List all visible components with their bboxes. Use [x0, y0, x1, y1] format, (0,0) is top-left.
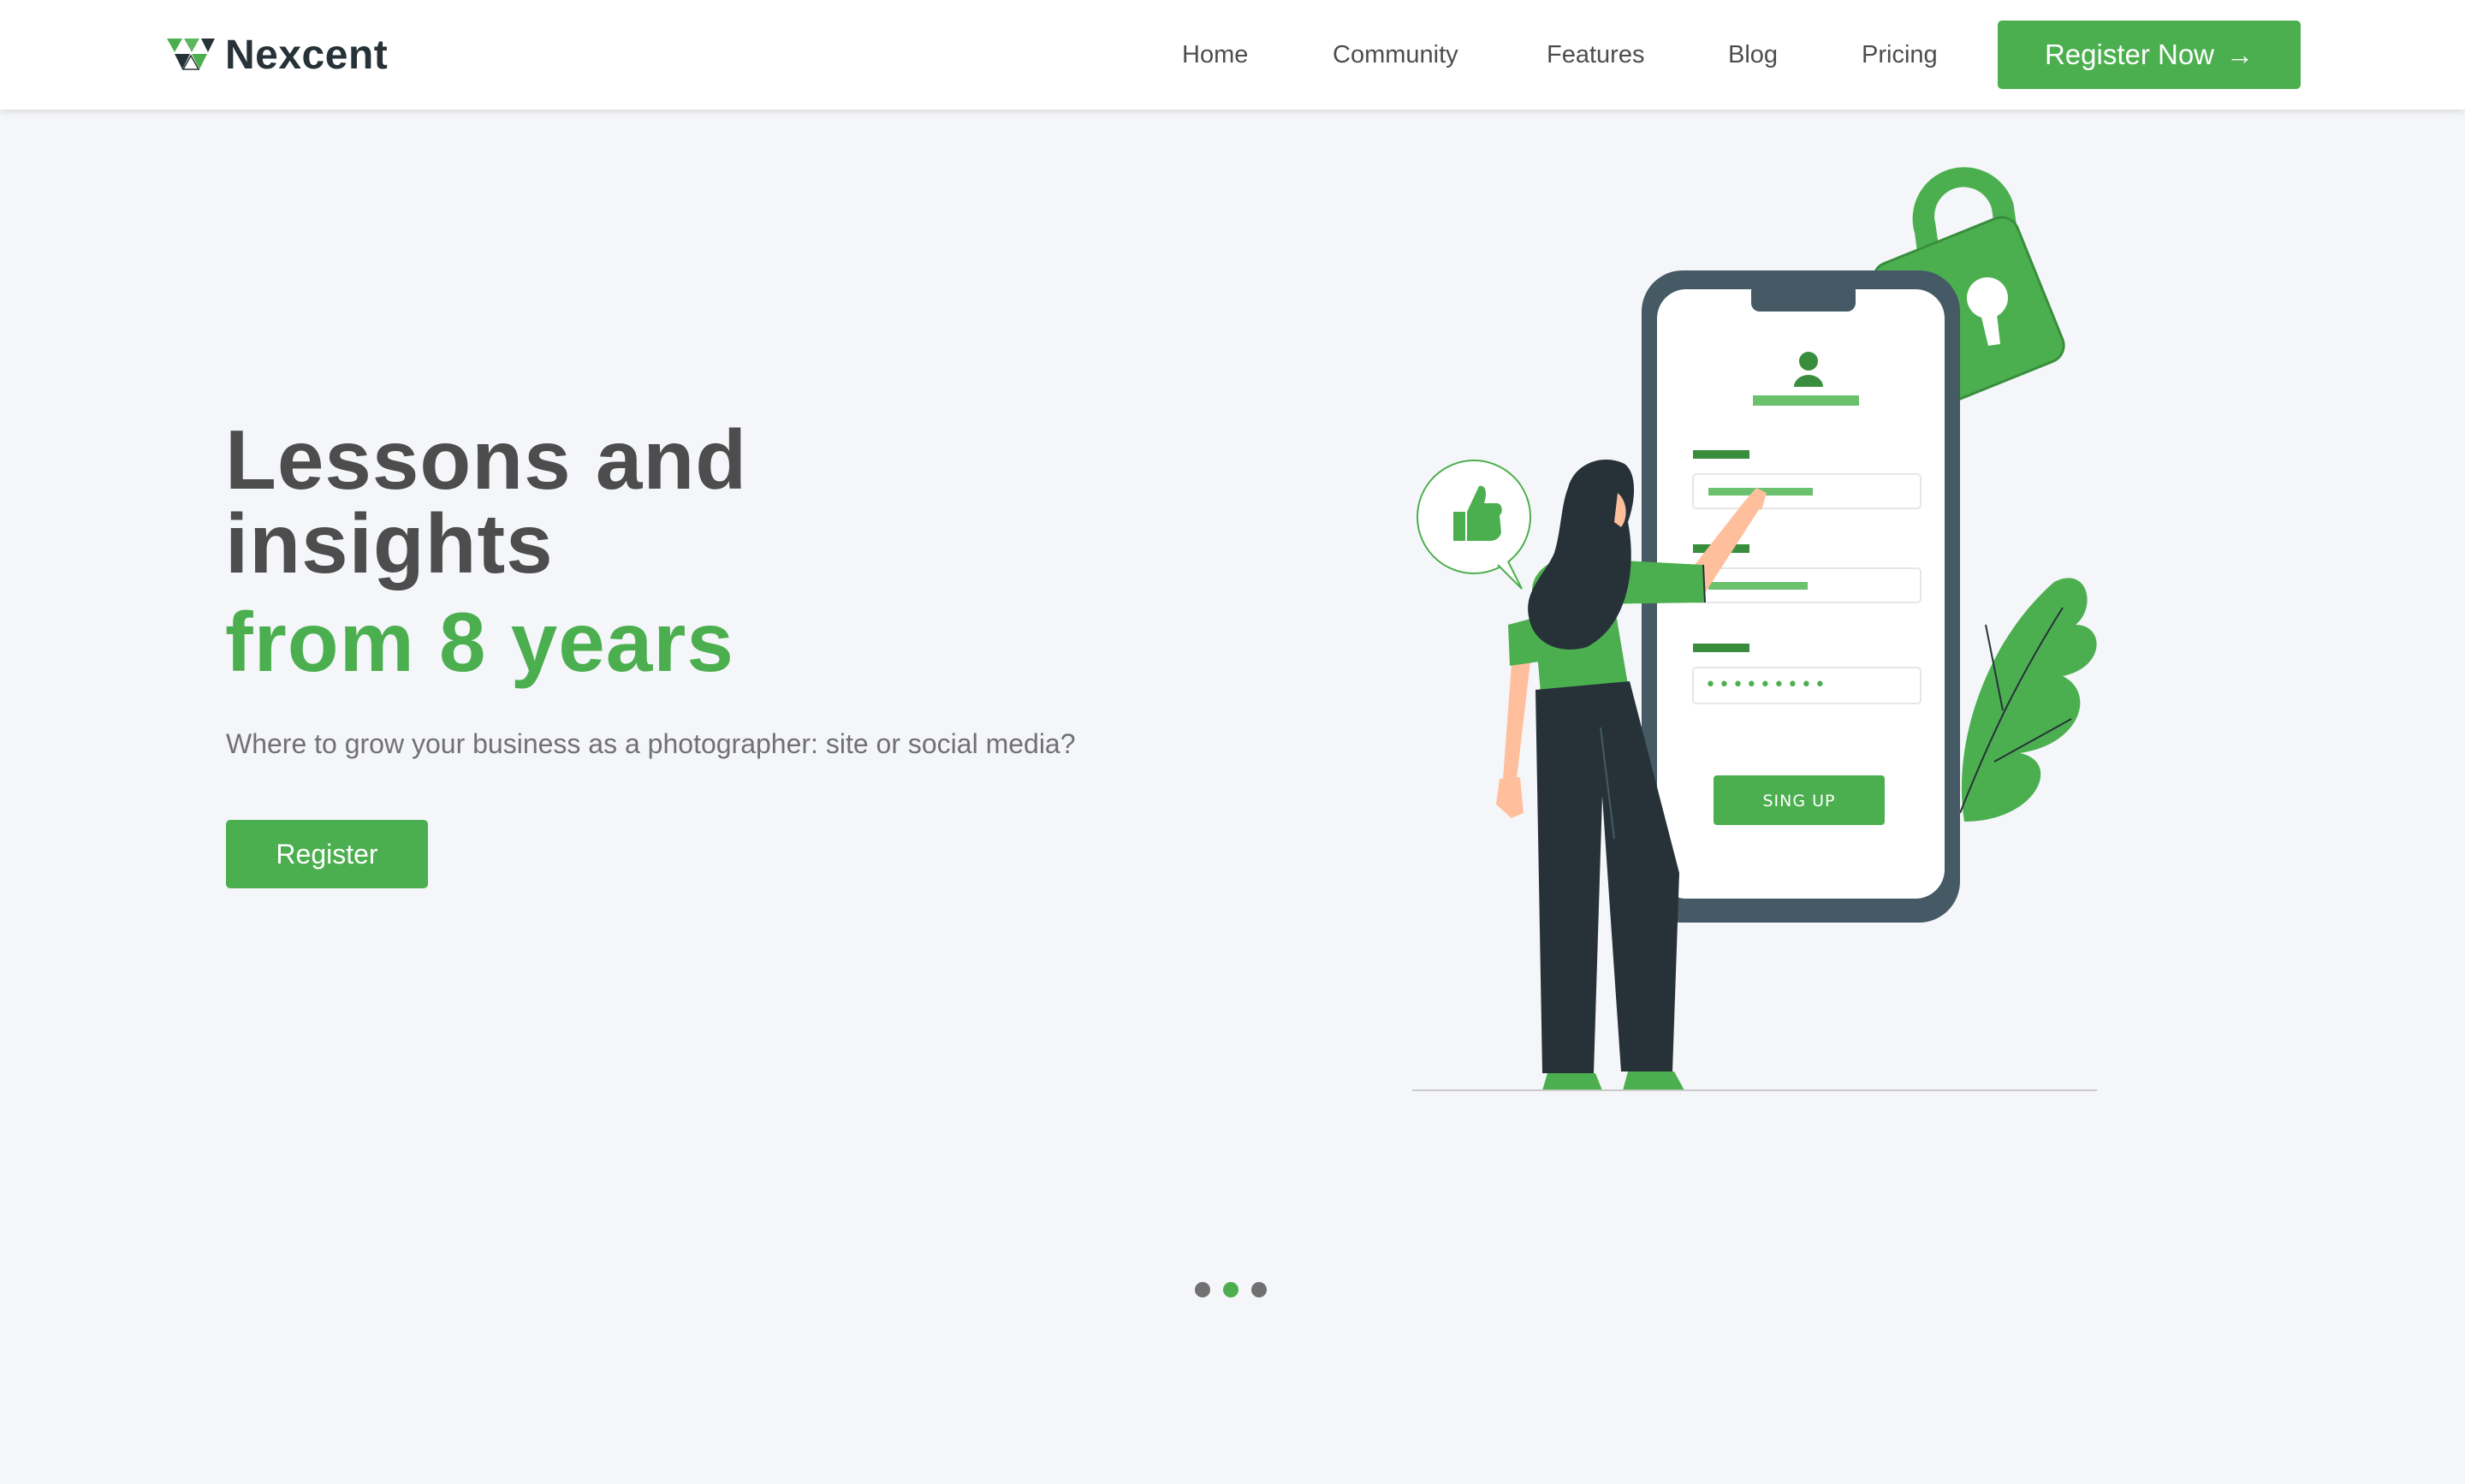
phone-signup-label: SING UP — [1762, 792, 1835, 810]
nav-item-blog[interactable]: Blog — [1728, 34, 1778, 75]
slider-dots — [1195, 1281, 1267, 1298]
user-avatar-icon — [1799, 352, 1818, 371]
brand-logo[interactable]: Nexcent — [165, 31, 388, 79]
nav-item-pricing[interactable]: Pricing — [1862, 34, 1938, 75]
register-now-label: Register Now — [2044, 39, 2215, 70]
hero-title-accent: from 8 years — [225, 595, 734, 689]
hero-title: Lessons and insights — [225, 413, 748, 591]
landing-page: Nexcent Home Community Features Blog Pri… — [0, 0, 2465, 1484]
nav-item-home[interactable]: Home — [1182, 34, 1248, 75]
nexcent-logo-icon — [167, 39, 215, 70]
slider-dot-1[interactable] — [1195, 1282, 1210, 1297]
site-header: Nexcent Home Community Features Blog Pri… — [0, 0, 2465, 110]
register-button[interactable]: Register — [226, 820, 428, 888]
hero-subtitle: Where to grow your business as a photogr… — [226, 728, 1076, 759]
slider-dot-3[interactable] — [1251, 1282, 1267, 1297]
hero-illustration: ••••••••• SING UP — [1404, 163, 2106, 1104]
slider-dot-2[interactable] — [1223, 1282, 1238, 1297]
thumbs-up-bubble-icon — [1417, 460, 1531, 590]
leaf-decoration-icon — [1959, 578, 2097, 822]
nav-item-community[interactable]: Community — [1333, 34, 1458, 75]
signup-illustration: ••••••••• SING UP — [1412, 167, 2097, 1091]
nav-item-features[interactable]: Features — [1547, 34, 1644, 75]
brand-name: Nexcent — [225, 32, 389, 78]
arrow-right-icon: → — [2226, 39, 2254, 70]
register-now-button[interactable]: Register Now → — [1998, 21, 2301, 89]
password-mask: ••••••••• — [1705, 674, 1828, 696]
